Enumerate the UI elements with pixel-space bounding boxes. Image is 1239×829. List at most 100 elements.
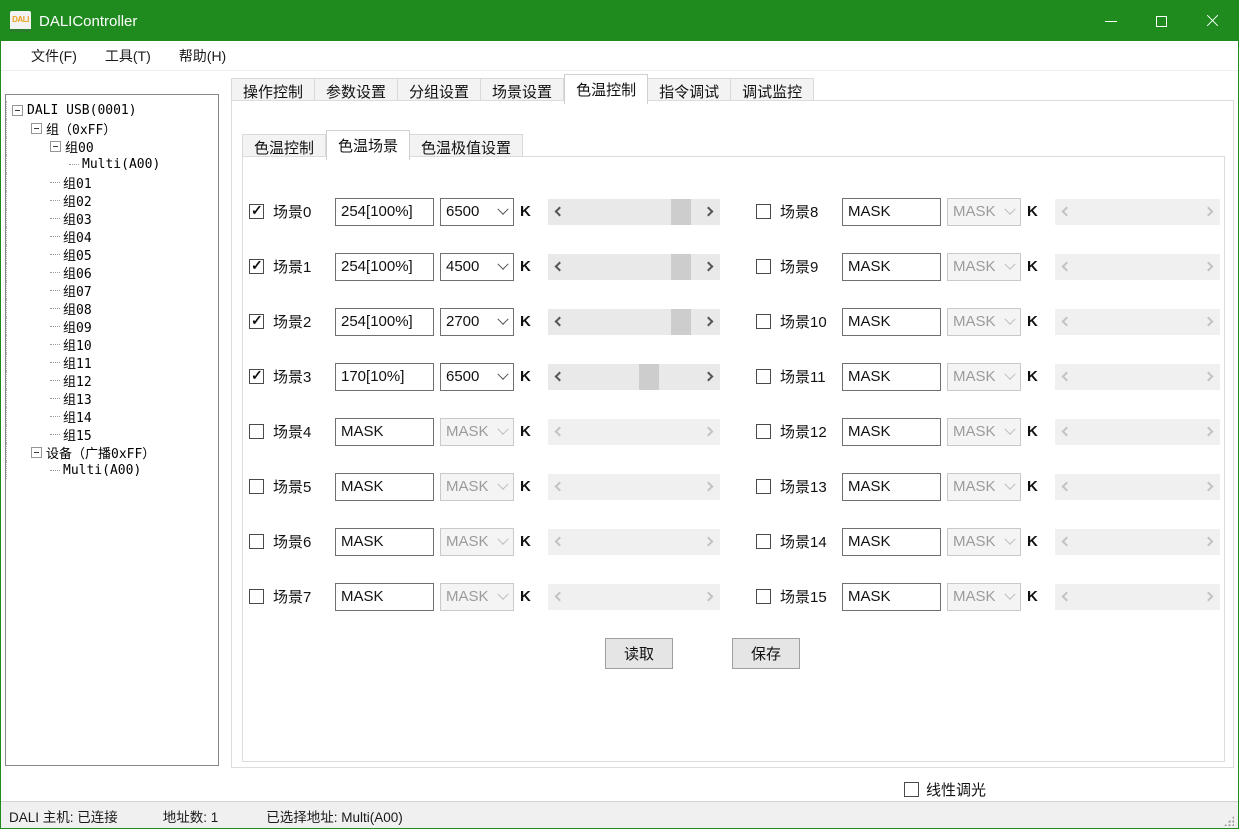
tree-node[interactable]: 组01 [6,173,218,191]
scene-value-input[interactable] [842,308,941,336]
device-tree[interactable]: DALI USB(0001)组（0xFF）组00Multi(A00)组01组02… [5,94,219,766]
slider-thumb[interactable] [671,199,691,225]
linear-dimming-checkbox[interactable] [904,782,919,797]
scene-checkbox[interactable] [756,589,771,604]
close-button[interactable] [1187,1,1238,41]
scene-checkbox[interactable] [756,424,771,439]
tree-node[interactable]: 组15 [6,425,218,443]
slider-left-arrow-icon[interactable] [554,371,564,381]
tree-node[interactable]: 组06 [6,263,218,281]
scene-value-input[interactable] [335,198,434,226]
scene-checkbox[interactable] [756,369,771,384]
subtab-色温场景[interactable]: 色温场景 [326,130,410,160]
tree-node[interactable]: 组11 [6,353,218,371]
scene-checkbox[interactable] [756,479,771,494]
scene-checkbox[interactable] [249,314,264,329]
tree-node[interactable]: 组02 [6,191,218,209]
cct-dropdown[interactable]: MASK [947,363,1021,391]
tree-node[interactable]: Multi(A00) [6,461,218,479]
scene-checkbox[interactable] [249,534,264,549]
scene-checkbox[interactable] [249,204,264,219]
cct-dropdown[interactable]: 4500 [440,253,514,281]
cct-slider[interactable] [548,199,720,225]
scene-value-input[interactable] [842,583,941,611]
tree-expand-icon[interactable] [31,123,42,134]
cct-dropdown[interactable]: MASK [947,473,1021,501]
cct-dropdown[interactable]: MASK [440,583,514,611]
scene-value-input[interactable] [842,198,941,226]
tree-node[interactable]: 组13 [6,389,218,407]
slider-thumb[interactable] [639,364,659,390]
read-button[interactable]: 读取 [605,638,673,669]
tree-expand-icon[interactable] [50,141,61,152]
cct-dropdown[interactable]: MASK [440,418,514,446]
tree-node[interactable]: 组12 [6,371,218,389]
menu-item-0[interactable]: 文件(F) [17,41,91,70]
menu-item-2[interactable]: 帮助(H) [165,41,240,70]
scene-value-input[interactable] [335,528,434,556]
cct-dropdown[interactable]: MASK [947,308,1021,336]
tree-node[interactable]: 组08 [6,299,218,317]
scene-checkbox[interactable] [249,479,264,494]
tree-node[interactable]: 组10 [6,335,218,353]
tab-色温控制[interactable]: 色温控制 [564,74,648,104]
slider-left-arrow-icon[interactable] [554,261,564,271]
scene-checkbox[interactable] [756,314,771,329]
cct-dropdown[interactable]: 6500 [440,363,514,391]
scene-value-input[interactable] [335,308,434,336]
tree-node[interactable]: 组00 [6,137,218,155]
cct-dropdown[interactable]: MASK [947,418,1021,446]
tree-node[interactable]: 设备（广播0xFF） [6,443,218,461]
slider-thumb[interactable] [671,309,691,335]
tree-node[interactable]: 组03 [6,209,218,227]
slider-right-arrow-icon[interactable] [703,261,713,271]
cct-dropdown[interactable]: 6500 [440,198,514,226]
slider-right-arrow-icon[interactable] [703,206,713,216]
tree-node[interactable]: 组04 [6,227,218,245]
scene-value-input[interactable] [335,583,434,611]
cct-dropdown[interactable]: MASK [440,528,514,556]
slider-thumb[interactable] [671,254,691,280]
scene-value-input[interactable] [842,418,941,446]
scene-value-input[interactable] [335,253,434,281]
cct-dropdown[interactable]: MASK [947,198,1021,226]
scene-value-input[interactable] [842,528,941,556]
cct-slider[interactable] [548,364,720,390]
cct-dropdown[interactable]: MASK [440,473,514,501]
tree-node[interactable]: 组14 [6,407,218,425]
tree-expand-icon[interactable] [12,105,23,116]
tree-expand-icon[interactable] [31,447,42,458]
menu-item-1[interactable]: 工具(T) [91,41,165,70]
tree-node[interactable]: 组09 [6,317,218,335]
tree-node[interactable]: DALI USB(0001) [6,101,218,119]
slider-left-arrow-icon[interactable] [554,316,564,326]
scene-checkbox[interactable] [756,259,771,274]
tree-node[interactable]: 组05 [6,245,218,263]
scene-checkbox[interactable] [249,259,264,274]
cct-dropdown[interactable]: MASK [947,253,1021,281]
scene-value-input[interactable] [335,418,434,446]
tree-node[interactable]: 组（0xFF） [6,119,218,137]
cct-dropdown[interactable]: 2700 [440,308,514,336]
maximize-button[interactable] [1136,1,1187,41]
scene-value-input[interactable] [842,363,941,391]
scene-value-input[interactable] [842,253,941,281]
minimize-button[interactable] [1085,1,1136,41]
cct-dropdown[interactable]: MASK [947,528,1021,556]
scene-checkbox[interactable] [756,204,771,219]
resize-grip[interactable] [1224,816,1234,826]
cct-dropdown[interactable]: MASK [947,583,1021,611]
slider-left-arrow-icon[interactable] [554,206,564,216]
slider-right-arrow-icon[interactable] [703,371,713,381]
cct-slider[interactable] [548,254,720,280]
tree-node[interactable]: Multi(A00) [6,155,218,173]
scene-value-input[interactable] [335,473,434,501]
save-button[interactable]: 保存 [732,638,800,669]
scene-value-input[interactable] [335,363,434,391]
scene-checkbox[interactable] [249,424,264,439]
scene-checkbox[interactable] [249,369,264,384]
scene-value-input[interactable] [842,473,941,501]
cct-slider[interactable] [548,309,720,335]
scene-checkbox[interactable] [756,534,771,549]
scene-checkbox[interactable] [249,589,264,604]
